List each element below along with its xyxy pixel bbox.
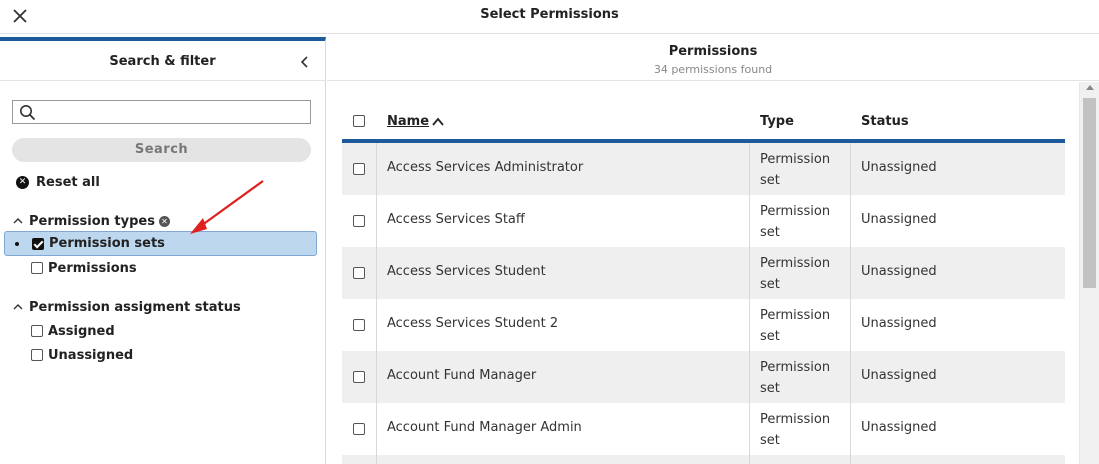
results-header: Permissions 34 permissions found <box>327 37 1099 81</box>
table-header: Name Type Status <box>342 99 1065 143</box>
cell-status: Unassigned <box>861 212 937 227</box>
bullet-icon <box>15 241 19 246</box>
cell-type: Permission set <box>760 308 831 344</box>
filter-group-assignment-status[interactable]: Permission assigment status <box>12 298 241 316</box>
chevron-up-icon <box>13 304 23 310</box>
search-icon <box>20 105 36 121</box>
cell-name: Access Services Staff <box>387 212 525 227</box>
filter-group-label: Permission types <box>29 213 155 229</box>
cell-status: Unassigned <box>861 316 937 331</box>
clear-filter-icon[interactable]: ✕ <box>158 215 170 227</box>
filter-option-label: Permissions <box>48 260 137 276</box>
row-checkbox[interactable] <box>353 267 365 279</box>
filter-group-label: Permission assigment status <box>29 299 241 315</box>
cell-type: Permission set <box>760 256 831 292</box>
chevron-up-icon <box>13 218 23 224</box>
search-field[interactable] <box>12 100 311 124</box>
cell-name: Access Services Administrator <box>387 160 584 175</box>
column-header-type: Type <box>760 114 794 129</box>
checkbox-checked[interactable] <box>32 237 44 250</box>
filter-group-permission-types[interactable]: Permission types ✕ <box>12 212 170 230</box>
sort-ascending-icon <box>432 117 444 126</box>
cell-name: Account Fund Manager Admin <box>387 420 582 435</box>
table-row-partial <box>342 455 1065 464</box>
select-all-checkbox[interactable] <box>353 115 365 127</box>
results-pane: Permissions 34 permissions found Name Ty… <box>327 37 1099 464</box>
table-row[interactable]: Access Services Staff Permission set Una… <box>342 195 1065 247</box>
filter-pane: Search & filter Search ✕ Reset all Permi… <box>0 37 326 464</box>
reset-all-button[interactable]: ✕ Reset all <box>16 173 100 191</box>
scroll-up-arrow-icon[interactable] <box>1086 85 1094 90</box>
table-row[interactable]: Account Fund Manager Permission set Unas… <box>342 351 1065 403</box>
filter-pane-title: Search & filter <box>109 54 216 69</box>
cell-status: Unassigned <box>861 420 937 435</box>
filter-option-assigned[interactable]: Assigned <box>31 320 115 342</box>
table-row[interactable]: Access Services Student Permission set U… <box>342 247 1065 299</box>
checkbox[interactable] <box>31 325 43 337</box>
search-input[interactable] <box>41 103 306 121</box>
table-row[interactable]: Access Services Student 2 Permission set… <box>342 299 1065 351</box>
results-count: 34 permissions found <box>653 63 773 76</box>
filter-option-label: Assigned <box>48 323 115 339</box>
table-row[interactable]: Account Fund Manager Admin Permission se… <box>342 403 1065 455</box>
results-scrollbar[interactable] <box>1079 82 1099 464</box>
cell-type: Permission set <box>760 204 831 240</box>
modal-title: Select Permissions <box>480 7 619 22</box>
filter-option-permission-sets[interactable]: Permission sets <box>4 231 317 256</box>
cell-type: Permission set <box>760 152 831 188</box>
filter-pane-header: Search & filter <box>0 41 325 81</box>
column-header-name[interactable]: Name <box>387 114 444 129</box>
reset-all-label: Reset all <box>36 174 100 190</box>
cell-type: Permission set <box>760 360 831 396</box>
cell-name: Access Services Student 2 <box>387 316 559 331</box>
checkbox[interactable] <box>31 349 43 361</box>
row-checkbox[interactable] <box>353 163 365 175</box>
column-header-name-label: Name <box>387 114 430 129</box>
close-circle-icon: ✕ <box>16 175 29 189</box>
cell-status: Unassigned <box>861 264 937 279</box>
modal-header: Select Permissions <box>0 0 1099 34</box>
cell-status: Unassigned <box>861 160 937 175</box>
column-header-status: Status <box>861 114 909 129</box>
cell-name: Access Services Student <box>387 264 546 279</box>
chevron-left-icon[interactable] <box>298 55 312 69</box>
checkbox[interactable] <box>31 262 43 274</box>
filter-option-label: Permission sets <box>49 236 165 251</box>
table-row[interactable]: Access Services Administrator Permission… <box>342 143 1065 195</box>
filter-option-permissions[interactable]: Permissions <box>31 257 137 279</box>
cell-type: Permission set <box>760 412 831 448</box>
row-checkbox[interactable] <box>353 319 365 331</box>
scroll-thumb[interactable] <box>1083 98 1096 288</box>
filter-option-label: Unassigned <box>48 347 134 363</box>
row-checkbox[interactable] <box>353 371 365 383</box>
filter-option-unassigned[interactable]: Unassigned <box>31 344 133 366</box>
results-title: Permissions <box>668 44 758 59</box>
cell-name: Account Fund Manager <box>387 368 537 383</box>
permissions-table: Name Type Status Access Services Adminis… <box>342 99 1065 464</box>
row-checkbox[interactable] <box>353 215 365 227</box>
search-button[interactable]: Search <box>12 138 311 162</box>
cell-status: Unassigned <box>861 368 937 383</box>
row-checkbox[interactable] <box>353 423 365 435</box>
